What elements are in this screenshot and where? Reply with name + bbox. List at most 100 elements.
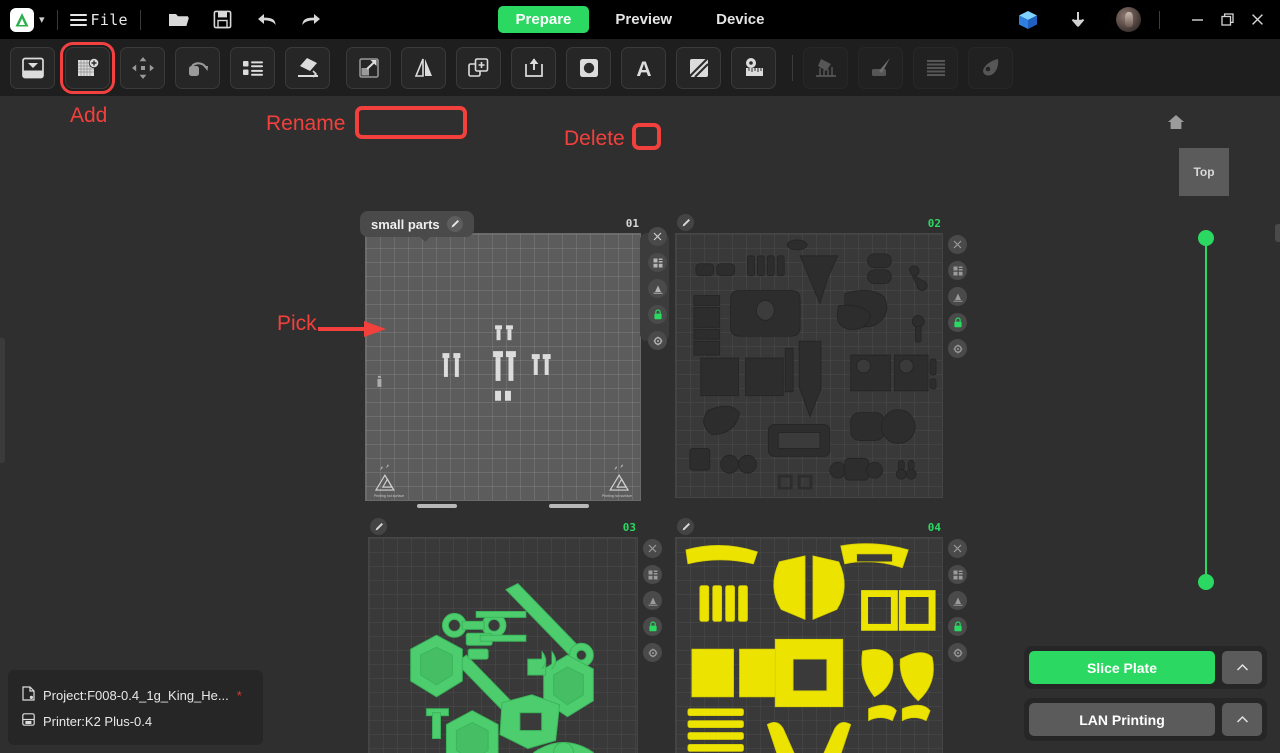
menu-icon [69, 11, 87, 29]
delete-highlight-box [632, 123, 661, 150]
add-plate-icon[interactable] [60, 41, 115, 94]
slice-plate-button[interactable]: Slice Plate [1029, 651, 1215, 684]
measure-icon[interactable] [731, 46, 776, 89]
user-avatar[interactable] [1116, 7, 1141, 32]
plate-arrange-button[interactable] [948, 261, 967, 280]
plate-02-rename-button[interactable] [677, 214, 694, 231]
plate-02-models [689, 239, 937, 490]
plate-orient-button[interactable] [643, 591, 662, 610]
plate-settings-button[interactable] [948, 339, 967, 358]
plate-orient-button[interactable] [648, 279, 667, 298]
plate-arrange-button[interactable] [643, 565, 662, 584]
plate-delete-button[interactable] [948, 539, 967, 558]
object-list-icon[interactable] [230, 46, 275, 89]
project-row[interactable]: Project:F008-0.4_1g_King_He... * [22, 686, 249, 704]
undo-arrow-icon[interactable] [255, 8, 279, 32]
open-folder-icon[interactable] [167, 8, 191, 32]
app-logo-icon[interactable] [10, 7, 34, 32]
plate-03-rename-button[interactable] [370, 518, 387, 535]
plate-settings-button[interactable] [948, 643, 967, 662]
plate-lock-button[interactable] [648, 305, 667, 324]
main-toolbar: A [0, 39, 1280, 96]
support-painting-icon[interactable] [803, 46, 848, 89]
add-part-icon[interactable] [456, 46, 501, 89]
plate-orient-button[interactable] [948, 287, 967, 306]
annotation-delete: Delete [564, 127, 625, 150]
plate-04-rename-button[interactable] [677, 518, 694, 535]
cube-model-icon[interactable] [1016, 8, 1040, 32]
plate-02[interactable]: 02 [675, 214, 967, 498]
tab-preview[interactable]: Preview [597, 6, 690, 33]
plate-arrange-button[interactable] [948, 565, 967, 584]
edit-pencil-icon[interactable] [446, 216, 463, 232]
plate-01-side-buttons [647, 227, 668, 350]
plate-lock-button[interactable] [948, 313, 967, 332]
plate-04[interactable]: 04 [675, 518, 967, 753]
svg-icon[interactable] [676, 46, 721, 89]
plate-03[interactable]: 03 [368, 518, 662, 753]
plate-01-base [365, 501, 641, 510]
plate-orient-button[interactable] [948, 591, 967, 610]
plate-01[interactable]: Printing hot surface Printing hot surfac… [360, 211, 669, 508]
annotation-pick-arrow [318, 321, 386, 337]
chevron-down-icon[interactable]: ▾ [39, 13, 45, 26]
move-icon[interactable] [120, 46, 165, 89]
rename-highlight-box [355, 106, 467, 139]
mirror-icon[interactable] [401, 46, 446, 89]
plate-settings-button[interactable] [648, 331, 667, 350]
rotate-icon[interactable] [175, 46, 220, 89]
plate-02-number: 02 [927, 217, 941, 230]
redo-arrow-icon[interactable] [299, 8, 323, 32]
slice-row: Slice Plate [1024, 646, 1267, 689]
slider-top-handle[interactable] [1198, 230, 1214, 246]
tab-prepare[interactable]: Prepare [497, 6, 590, 33]
slider-track[interactable] [1205, 234, 1207, 586]
svg-text:A: A [636, 58, 651, 81]
view-cube[interactable]: Top [1179, 148, 1229, 196]
plate-01-bed[interactable]: Printing hot surface Printing hot surfac… [365, 233, 641, 501]
annotation-pick: Pick [277, 312, 317, 335]
minimize-button[interactable] [1182, 0, 1212, 39]
home-icon[interactable] [1167, 114, 1185, 135]
tab-device[interactable]: Device [698, 6, 782, 33]
build-plate-icon[interactable] [10, 46, 55, 89]
fuzzy-skin-icon[interactable] [913, 46, 958, 89]
lan-printing-button[interactable]: LAN Printing [1029, 703, 1215, 736]
plate-settings-button[interactable] [643, 643, 662, 662]
slider-bottom-handle[interactable] [1198, 574, 1214, 590]
plate-04-number: 04 [927, 521, 941, 534]
vertical-zoom-slider[interactable] [1198, 230, 1214, 590]
status-panel: Project:F008-0.4_1g_King_He... * Printer… [8, 670, 263, 745]
plate-arrange-button[interactable] [648, 253, 667, 272]
text-icon[interactable]: A [621, 46, 666, 89]
slice-options-caret[interactable] [1222, 651, 1262, 684]
plate-04-bed[interactable] [675, 537, 943, 753]
plate-02-side-buttons [947, 235, 968, 358]
plate-delete-button[interactable] [648, 227, 667, 246]
left-panel-handle[interactable] [0, 338, 5, 463]
plate-delete-button[interactable] [948, 235, 967, 254]
plate-lock-button[interactable] [643, 617, 662, 636]
close-button[interactable] [1242, 0, 1272, 39]
download-arrow-icon[interactable] [1066, 8, 1090, 32]
print-options-caret[interactable] [1222, 703, 1262, 736]
plate-02-bed[interactable] [675, 233, 943, 498]
restore-button[interactable] [1212, 0, 1242, 39]
plate-01-name-tag[interactable]: small parts [360, 211, 474, 242]
printer-icon [22, 713, 35, 729]
arrange-icon[interactable] [285, 46, 330, 89]
save-disk-icon[interactable] [211, 8, 235, 32]
seam-painting-icon[interactable] [858, 46, 903, 89]
cut-icon[interactable] [566, 46, 611, 89]
plate-03-bed[interactable] [368, 537, 638, 753]
place-on-face-icon[interactable] [511, 46, 556, 89]
file-menu[interactable]: File [69, 11, 128, 29]
bed-warning-right: Printing hot surface [601, 494, 632, 498]
scale-icon[interactable] [346, 46, 391, 89]
color-painting-icon[interactable] [968, 46, 1013, 89]
plate-03-number: 03 [622, 521, 636, 534]
right-panel-handle[interactable] [1275, 224, 1280, 242]
printer-row[interactable]: Printer:K2 Plus-0.4 [22, 713, 249, 729]
plate-lock-button[interactable] [948, 617, 967, 636]
plate-delete-button[interactable] [643, 539, 662, 558]
